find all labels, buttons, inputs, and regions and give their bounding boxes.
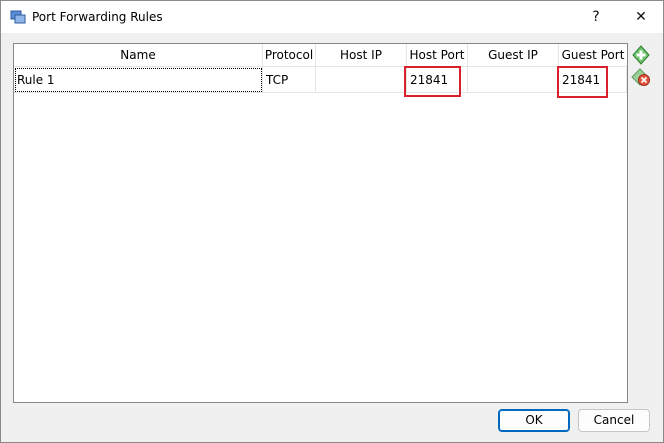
cell-host-port[interactable]: 21841: [407, 67, 468, 93]
virtualbox-network-icon: [10, 10, 26, 24]
title-bar: Port Forwarding Rules ? ✕: [1, 1, 663, 33]
help-button[interactable]: ?: [574, 1, 618, 33]
help-icon: ?: [592, 9, 600, 25]
column-header-host-ip[interactable]: Host IP: [316, 44, 407, 66]
column-header-guest-ip[interactable]: Guest IP: [468, 44, 559, 66]
close-icon: ✕: [635, 9, 647, 25]
column-header-protocol[interactable]: Protocol: [263, 44, 316, 66]
cell-protocol[interactable]: TCP: [263, 67, 316, 93]
cell-guest-port[interactable]: 21841: [559, 67, 627, 93]
port-forwarding-dialog: Port Forwarding Rules ? ✕ Name Protocol …: [0, 0, 664, 443]
add-rule-icon[interactable]: [631, 45, 651, 65]
rules-table[interactable]: Name Protocol Host IP Host Port Guest IP…: [13, 43, 628, 403]
table-row[interactable]: Rule 1 TCP 21841 21841: [14, 67, 627, 93]
window-title: Port Forwarding Rules: [32, 10, 163, 24]
ok-button[interactable]: OK: [498, 409, 570, 432]
cell-name[interactable]: Rule 1: [14, 67, 263, 93]
cell-guest-ip[interactable]: [468, 67, 559, 93]
close-button[interactable]: ✕: [619, 1, 663, 33]
table-header: Name Protocol Host IP Host Port Guest IP…: [14, 44, 627, 67]
cell-host-ip[interactable]: [316, 67, 407, 93]
remove-rule-icon[interactable]: [631, 67, 651, 87]
cancel-button[interactable]: Cancel: [578, 409, 650, 432]
column-header-name[interactable]: Name: [14, 44, 263, 66]
column-header-host-port[interactable]: Host Port: [407, 44, 468, 66]
column-header-guest-port[interactable]: Guest Port: [559, 44, 627, 66]
